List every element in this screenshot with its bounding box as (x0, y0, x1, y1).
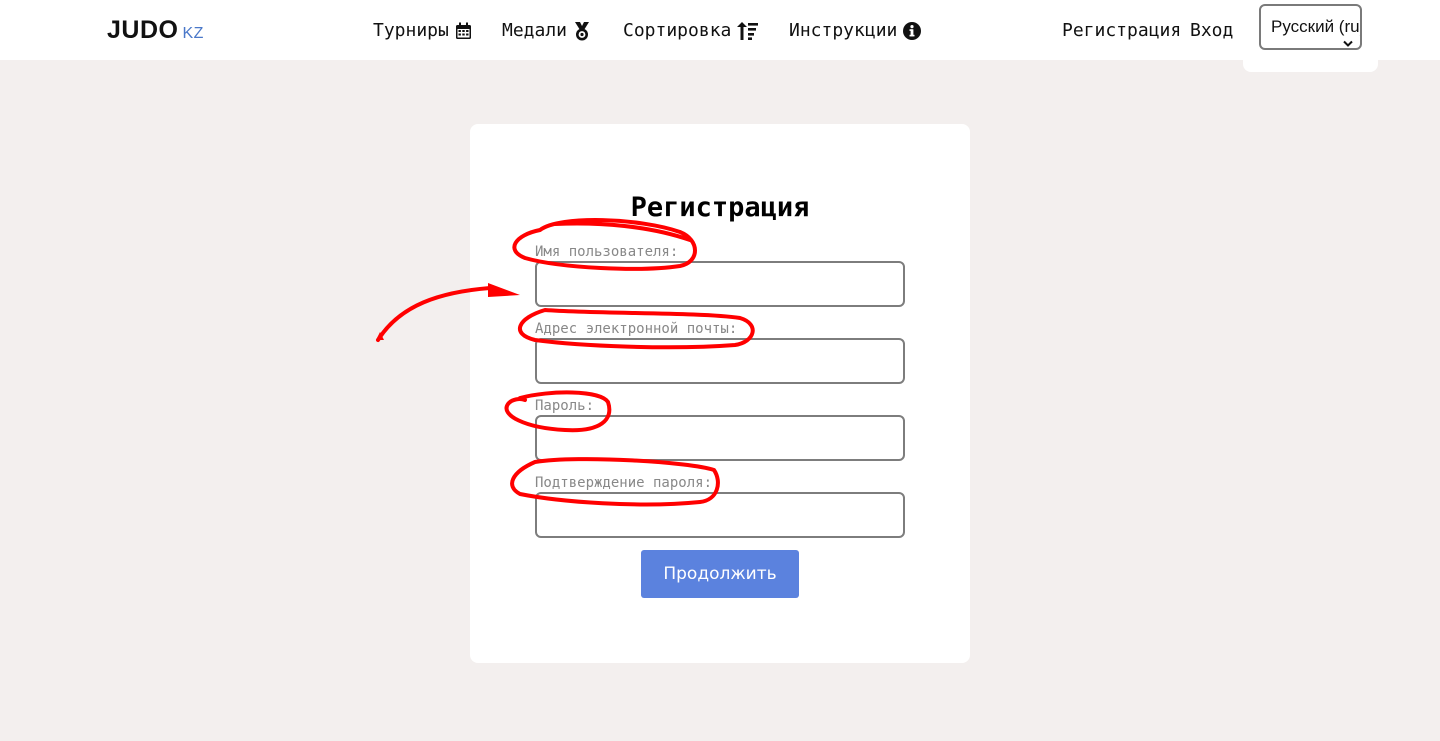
nav-tournaments-label: Турниры (373, 20, 449, 41)
logo[interactable]: JUDO KZ (107, 16, 204, 48)
nav-sorting[interactable]: Сортировка (623, 19, 759, 43)
username-label: Имя пользователя: (535, 244, 679, 260)
calendar-icon (455, 22, 472, 40)
language-container: Русский (ru) (1243, 0, 1378, 72)
info-icon (903, 22, 922, 40)
register-link[interactable]: Регистрация (1062, 19, 1181, 43)
password-label: Пароль: (535, 398, 595, 414)
nav-medals-label: Медали (502, 20, 568, 41)
login-link[interactable]: Вход (1190, 19, 1233, 43)
nav-sorting-label: Сортировка (623, 20, 732, 41)
nav-instructions-label: Инструкции (789, 20, 898, 41)
nav-tournaments[interactable]: Турниры (373, 19, 472, 43)
nav-instructions[interactable]: Инструкции (789, 19, 922, 43)
logo-main: JUDO (107, 16, 179, 44)
password-field[interactable] (535, 415, 905, 461)
confirm-password-label: Подтверждение пароля: (535, 475, 713, 491)
logo-suffix: KZ (182, 25, 204, 42)
chevron-down-icon (1343, 22, 1353, 48)
username-field[interactable] (535, 261, 905, 307)
top-navbar: JUDO KZ Турниры Медали Сортировка Инстру… (0, 0, 1440, 60)
continue-button[interactable]: Продолжить (641, 550, 799, 598)
email-label: Адрес электронной почты: (535, 321, 738, 337)
medal-icon (573, 21, 591, 41)
confirm-password-field[interactable] (535, 492, 905, 538)
email-field[interactable] (535, 338, 905, 384)
nav-medals[interactable]: Медали (502, 19, 591, 43)
language-select[interactable]: Русский (ru) (1259, 4, 1362, 50)
page-title: Регистрация (630, 192, 810, 223)
sort-icon (737, 22, 759, 40)
